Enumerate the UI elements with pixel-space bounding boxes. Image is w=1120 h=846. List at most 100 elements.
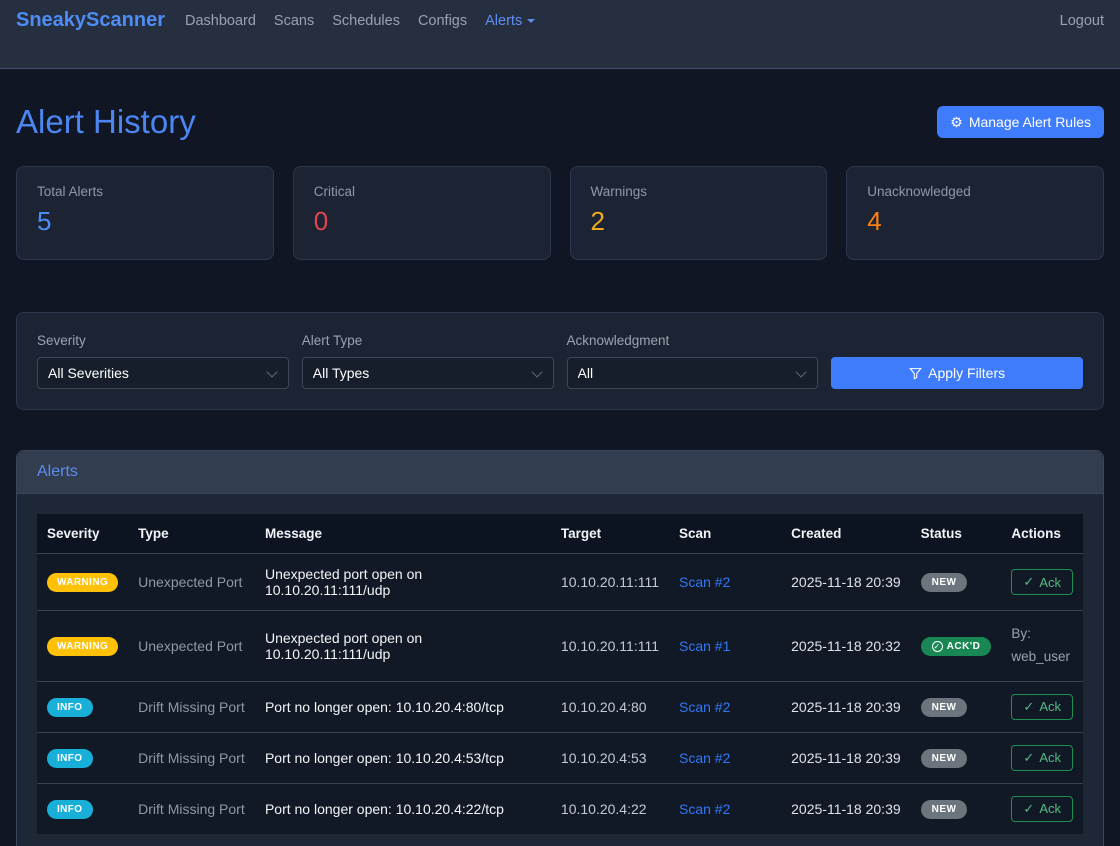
severity-select[interactable]: All Severities [37,357,289,389]
filter-ack-group: Acknowledgment All [567,333,819,389]
table-row: WARNING Unexpected Port Unexpected port … [37,554,1083,611]
acknowledgment-select[interactable]: All [567,357,819,389]
table-row: INFO Drift Missing Port Port no longer o… [37,681,1083,732]
ack-button-label: Ack [1039,575,1061,590]
alert-created: 2025-11-18 20:39 [781,732,911,783]
ack-button[interactable]: ✓Ack [1011,796,1073,822]
actions-cell: ✓ Ack [1001,554,1083,611]
col-header-message: Message [255,514,551,554]
nav-item-dashboard[interactable]: Dashboard [185,13,256,29]
actions-cell: ✓Ack [1001,783,1083,834]
alert-target: 10.10.20.4:22 [551,783,669,834]
alert-type: Drift Missing Port [128,783,255,834]
alert-message: Unexpected port open on 10.10.20.11:111/… [255,554,551,611]
acknowledgment-filter-label: Acknowledgment [567,333,819,348]
alert-type: Unexpected Port [128,611,255,682]
alert-type-filter-label: Alert Type [302,333,554,348]
scan-link[interactable]: Scan #2 [679,801,730,817]
nav-alerts-label: Alerts [485,13,522,29]
nav-item-alerts-dropdown[interactable]: Alerts [485,13,535,29]
alert-message: Port no longer open: 10.10.20.4:53/tcp [255,732,551,783]
col-header-scan: Scan [669,514,781,554]
gear-icon: ⚙ [950,115,963,129]
check-icon: ✓ [1023,750,1034,766]
alert-target: 10.10.20.4:80 [551,681,669,732]
actions-cell: ✓ Ack [1001,681,1083,732]
actions-cell: By: web_user [1001,611,1083,682]
apply-filters-label: Apply Filters [928,365,1005,381]
check-icon: ✓ [1023,699,1034,715]
stat-card-critical: Critical 0 [293,166,551,260]
check-icon: ✓ [1023,574,1034,590]
table-header-row: Severity Type Message Target Scan Create… [37,514,1083,554]
alert-target: 10.10.20.11:111 [551,554,669,611]
alert-type: Unexpected Port [128,554,255,611]
logout-link[interactable]: Logout [1060,13,1104,29]
app-window: SneakyScanner Dashboard Scans Schedules … [0,0,1120,846]
table-row: WARNING Unexpected Port Unexpected port … [37,611,1083,682]
status-text: NEW [932,753,957,764]
scan-link[interactable]: Scan #2 [679,574,730,590]
ack-button[interactable]: ✓ Ack [1011,694,1073,720]
status-text: NEW [932,804,957,815]
manage-alert-rules-button[interactable]: ⚙ Manage Alert Rules [937,106,1104,138]
alert-created: 2025-11-18 20:39 [781,783,911,834]
alert-message: Port no longer open: 10.10.20.4:22/tcp [255,783,551,834]
severity-filter-label: Severity [37,333,289,348]
stat-card-unacknowledged: Unacknowledged 4 [846,166,1104,260]
filter-severity-group: Severity All Severities [37,333,289,389]
alert-target: 10.10.20.11:111 [551,611,669,682]
alert-created: 2025-11-18 20:39 [781,554,911,611]
alert-created: 2025-11-18 20:39 [781,681,911,732]
alert-type: Drift Missing Port [128,681,255,732]
col-header-target: Target [551,514,669,554]
alerts-table-body: WARNING Unexpected Port Unexpected port … [37,554,1083,834]
ack-button-label: Ack [1039,699,1061,714]
ack-button-label: Ack [1039,750,1061,765]
acknowledged-by-text: By: web_user [1011,623,1073,669]
stat-label: Total Alerts [37,184,253,199]
table-row: INFO Drift Missing Port Port no longer o… [37,783,1083,834]
page-header: Alert History ⚙ Manage Alert Rules [16,103,1104,141]
stat-card-warnings: Warnings 2 [570,166,828,260]
apply-filters-button[interactable]: Apply Filters [831,357,1083,389]
scan-link[interactable]: Scan #1 [679,638,730,654]
page-title: Alert History [16,103,196,141]
alerts-card: Alerts Severity Type Message Target Scan… [16,450,1104,846]
stat-value: 2 [591,206,807,237]
alert-message: Port no longer open: 10.10.20.4:80/tcp [255,681,551,732]
nav-item-scans[interactable]: Scans [274,13,314,29]
stat-value: 4 [867,206,1083,237]
check-icon: ✓ [1023,801,1034,817]
alert-type: Drift Missing Port [128,732,255,783]
status-text: NEW [932,577,957,588]
severity-badge: WARNING [47,637,118,656]
stat-label: Warnings [591,184,807,199]
col-header-status: Status [911,514,1002,554]
ack-button[interactable]: ✓ Ack [1011,569,1073,595]
status-badge: NEW [921,698,968,717]
col-header-severity: Severity [37,514,128,554]
manage-alert-rules-label: Manage Alert Rules [969,114,1091,130]
filter-type-group: Alert Type All Types [302,333,554,389]
chevron-down-icon [527,19,535,23]
scan-link[interactable]: Scan #2 [679,750,730,766]
alert-target: 10.10.20.4:53 [551,732,669,783]
severity-badge: INFO [47,698,93,717]
alert-type-select-wrap: All Types [302,357,554,389]
filter-apply-group: Apply Filters [831,357,1083,389]
status-badge: NEW [921,573,968,592]
brand-logo[interactable]: SneakyScanner [16,9,165,32]
severity-badge: WARNING [47,573,118,592]
status-text: NEW [932,702,957,713]
alert-type-select[interactable]: All Types [302,357,554,389]
status-text: ACK'D [947,641,981,652]
scan-link[interactable]: Scan #2 [679,699,730,715]
filters-panel: Severity All Severities Alert Type All T… [16,312,1104,410]
nav-item-configs[interactable]: Configs [418,13,467,29]
actions-cell: ✓ Ack [1001,732,1083,783]
ack-button[interactable]: ✓ Ack [1011,745,1073,771]
acknowledgment-select-wrap: All [567,357,819,389]
nav-item-schedules[interactable]: Schedules [332,13,400,29]
status-badge: NEW [921,800,968,819]
